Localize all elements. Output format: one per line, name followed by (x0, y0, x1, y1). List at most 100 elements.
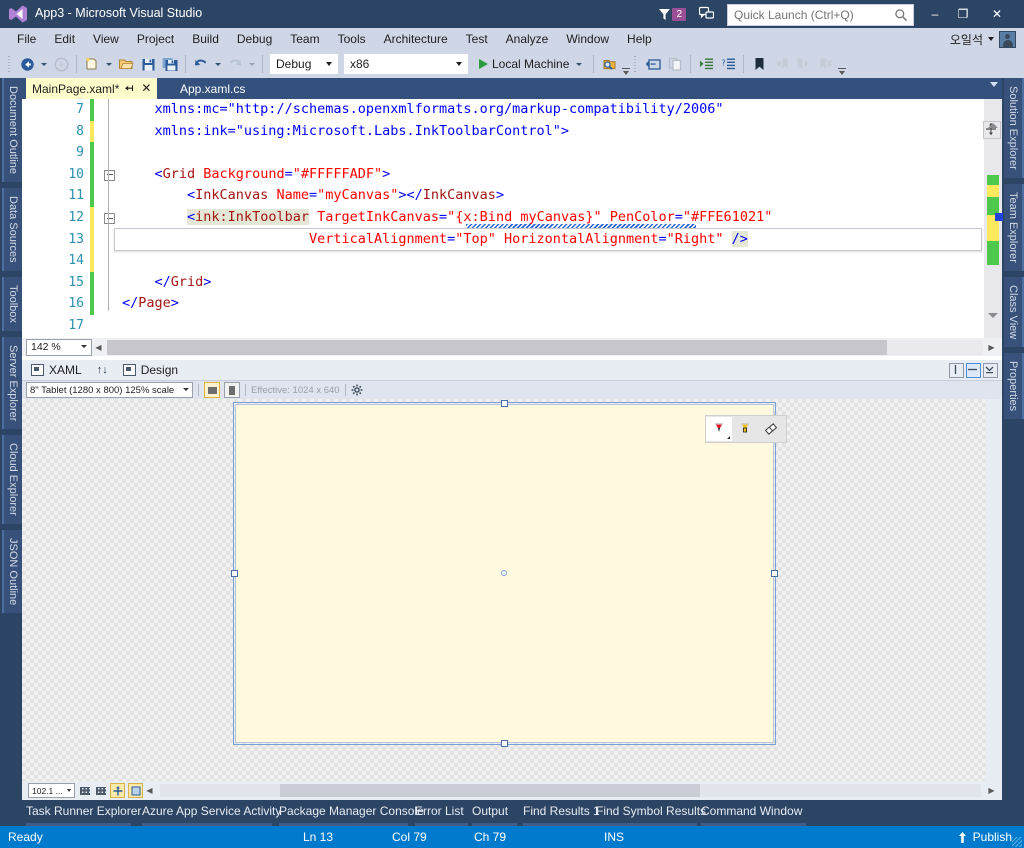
menu-window[interactable]: Window (557, 28, 618, 50)
swap-panes-icon[interactable]: ↑↓ (91, 364, 114, 376)
toolbar-grip[interactable] (7, 55, 13, 73)
user-name[interactable]: 오일석 (950, 31, 983, 48)
chevron-down-icon[interactable] (183, 388, 189, 391)
snap-to-gridlines-icon[interactable] (110, 783, 125, 798)
sidebar-item-data-sources[interactable]: Data Sources (2, 188, 22, 271)
open-file-icon[interactable] (115, 53, 137, 75)
pin-icon[interactable] (125, 83, 136, 94)
user-account-area[interactable]: 오일석 (950, 28, 1016, 50)
toggle-pane-icon[interactable] (642, 53, 664, 75)
chevron-down-icon[interactable] (67, 789, 71, 792)
save-all-icon[interactable] (159, 53, 181, 75)
menu-team[interactable]: Team (281, 28, 328, 50)
rotation-center-icon[interactable] (501, 570, 507, 576)
grid-fine-icon[interactable] (94, 784, 107, 797)
undo-dropdown-icon[interactable] (215, 62, 221, 66)
orientation-landscape-icon[interactable] (204, 382, 220, 398)
increase-indent-icon[interactable] (695, 53, 717, 75)
search-magnifier-icon[interactable] (894, 8, 908, 22)
collapse-pane-icon[interactable] (983, 363, 998, 378)
highlighter-icon[interactable] (732, 417, 758, 441)
chevron-down-icon[interactable] (326, 62, 332, 66)
scrollbar-thumb[interactable] (995, 213, 1003, 221)
scroll-left-icon[interactable]: ◀ (92, 340, 105, 355)
sidebar-item-cloud-explorer[interactable]: Cloud Explorer (2, 435, 22, 524)
outline-collapse-icon[interactable] (104, 213, 115, 224)
run-target-label[interactable]: Local Machine (492, 57, 569, 71)
bookmark-icon[interactable] (748, 53, 770, 75)
sidebar-item-solution-explorer[interactable]: Solution Explorer (1004, 78, 1024, 178)
designer-zoom-select[interactable]: 102.1 ... (28, 783, 75, 798)
tab-design-view[interactable]: Design (114, 360, 187, 380)
toolbar-overflow-icon[interactable] (838, 53, 847, 75)
notification-count-badge[interactable]: 2 (672, 7, 686, 21)
start-debug-button[interactable]: Local Machine (475, 57, 589, 71)
designer-horizontal-scrollbar[interactable] (160, 784, 981, 797)
tab-mainpage-xaml[interactable]: MainPage.xaml* ✕ (26, 78, 158, 99)
menu-edit[interactable]: Edit (45, 28, 84, 50)
sidebar-item-json-outline[interactable]: JSON Outline (2, 529, 22, 614)
sidebar-item-server-explorer[interactable]: Server Explorer (2, 336, 22, 430)
publish-button[interactable]: Publish (958, 826, 1012, 848)
resize-handle-top[interactable] (501, 400, 508, 407)
menu-file[interactable]: File (8, 28, 45, 50)
notification-funnel-icon[interactable] (658, 8, 671, 21)
publish-label[interactable]: Publish (973, 830, 1012, 844)
tab-overflow-icon[interactable] (990, 82, 998, 87)
quick-launch-box[interactable] (727, 4, 914, 26)
resize-handle-bottom[interactable] (501, 740, 508, 747)
ballpoint-pen-icon[interactable] (706, 417, 732, 441)
scroll-down-icon[interactable] (988, 313, 998, 318)
close-icon[interactable]: ✕ (141, 82, 151, 94)
save-icon[interactable] (137, 53, 159, 75)
horizontal-scrollbar[interactable] (107, 339, 983, 355)
undo-icon[interactable] (190, 53, 212, 75)
orientation-portrait-icon[interactable] (224, 382, 240, 398)
scrollbar-thumb[interactable] (107, 339, 887, 355)
menu-help[interactable]: Help (618, 28, 661, 50)
pen-options-chevron-icon[interactable] (727, 436, 730, 439)
menu-debug[interactable]: Debug (228, 28, 281, 50)
menu-build[interactable]: Build (183, 28, 228, 50)
find-in-files-icon[interactable] (598, 53, 620, 75)
quick-launch-input[interactable] (728, 7, 894, 23)
horizontal-split-icon[interactable] (966, 363, 981, 378)
code-text-area[interactable]: 7 xmlns:mc="http://schemas.openxmlformat… (22, 99, 1002, 338)
publish-up-arrow-icon[interactable] (958, 831, 967, 843)
previous-bookmark-icon[interactable] (770, 53, 792, 75)
notifications-area[interactable]: 2 (658, 4, 686, 24)
snap-to-objects-icon[interactable] (128, 783, 143, 798)
avatar[interactable] (999, 30, 1016, 48)
tab-xaml-view[interactable]: XAML (22, 360, 91, 380)
show-grid-icon[interactable] (78, 784, 91, 797)
resize-handle-right[interactable] (771, 570, 778, 577)
menu-analyze[interactable]: Analyze (497, 28, 558, 50)
configuration-combo[interactable]: Debug (269, 53, 339, 75)
navigate-back-dropdown-icon[interactable] (41, 62, 47, 66)
close-button[interactable]: ✕ (984, 4, 1010, 24)
menu-architecture[interactable]: Architecture (375, 28, 457, 50)
minimize-button[interactable]: – (922, 4, 948, 24)
sidebar-item-toolbox[interactable]: Toolbox (2, 276, 22, 331)
sidebar-item-class-view[interactable]: Class View (1004, 276, 1024, 347)
redo-dropdown-icon[interactable] (249, 62, 255, 66)
sidebar-item-document-outline[interactable]: Document Outline (2, 78, 22, 183)
eraser-icon[interactable] (758, 417, 784, 441)
platform-combo[interactable]: x86 (343, 53, 469, 75)
play-icon[interactable] (479, 59, 488, 69)
menu-view[interactable]: View (84, 28, 128, 50)
ink-toolbar-control[interactable] (705, 415, 787, 443)
chevron-down-icon[interactable] (456, 62, 462, 66)
vertical-split-icon[interactable] (949, 363, 964, 378)
clear-bookmarks-icon[interactable] (814, 53, 836, 75)
new-project-icon[interactable] (81, 53, 103, 75)
gear-icon[interactable] (351, 384, 363, 396)
scroll-up-icon[interactable] (988, 123, 998, 128)
menu-tools[interactable]: Tools (329, 28, 375, 50)
scroll-right-icon[interactable]: ▶ (985, 783, 998, 798)
chevron-down-icon[interactable] (81, 345, 87, 348)
resize-grip[interactable] (1012, 837, 1022, 847)
new-project-dropdown-icon[interactable] (106, 62, 112, 66)
comment-selection-icon[interactable]: ? (717, 53, 739, 75)
feedback-smiley-icon[interactable] (699, 6, 714, 21)
